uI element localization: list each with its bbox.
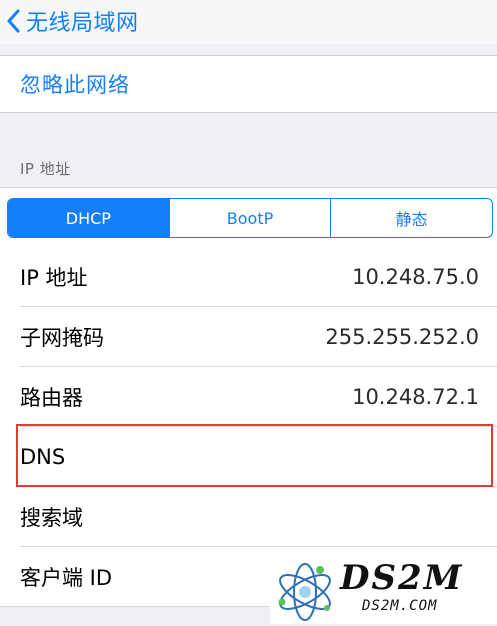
atom-logo-icon	[272, 558, 338, 626]
chevron-left-icon	[6, 9, 20, 33]
watermark: DS2M DS2M.COM	[270, 556, 497, 624]
forget-network-label: 忽略此网络	[20, 73, 130, 97]
forget-network-row[interactable]: 忽略此网络	[0, 55, 497, 113]
router-value: 10.248.72.1	[352, 385, 479, 409]
segment-bootp[interactable]: BootP	[168, 199, 331, 237]
router-label: 路由器	[20, 386, 83, 410]
ip-mode-segment-container: DHCP BootP 静态	[0, 187, 497, 247]
row-search-domain[interactable]: 搜索域	[0, 487, 497, 547]
segment-static[interactable]: 静态	[330, 199, 492, 237]
row-subnet-mask: 子网掩码 255.255.252.0	[0, 307, 497, 367]
ip-mode-segmented-control: DHCP BootP 静态	[7, 198, 493, 238]
ip-address-value: 10.248.75.0	[352, 265, 479, 289]
client-id-label: 客户端 ID	[20, 566, 113, 590]
back-button-label: 无线局域网	[26, 11, 139, 36]
segment-dhcp[interactable]: DHCP	[8, 199, 169, 237]
watermark-logo-text: DS2M	[340, 558, 464, 598]
row-router: 路由器 10.248.72.1	[0, 367, 497, 427]
ip-address-label: IP 地址	[20, 266, 88, 290]
navigation-bar: 无线局域网	[0, 0, 497, 44]
row-ip-address: IP 地址 10.248.75.0	[0, 247, 497, 307]
section-gap	[0, 44, 497, 55]
row-dns[interactable]: DNS	[0, 427, 497, 487]
watermark-url: DS2M.COM	[362, 598, 438, 614]
search-domain-label: 搜索域	[20, 506, 83, 530]
dns-label: DNS	[20, 445, 66, 469]
ip-settings-list: IP 地址 10.248.75.0 子网掩码 255.255.252.0 路由器…	[0, 247, 497, 607]
back-button[interactable]: 无线局域网	[6, 4, 139, 38]
subnet-mask-label: 子网掩码	[20, 326, 104, 350]
ip-address-section-header: IP 地址	[20, 160, 71, 178]
subnet-mask-value: 255.255.252.0	[325, 325, 479, 349]
